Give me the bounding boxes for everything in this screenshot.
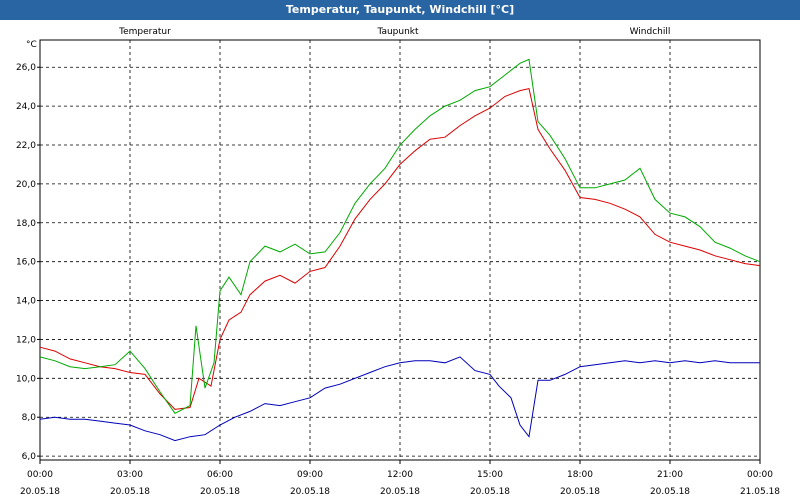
legend: Temperatur Taupunkt Windchill [118,27,670,37]
y-tick-label: 12,0 [16,335,36,345]
x-axis: 00:00 20.05.18 03:00 20.05.18 06:00 20.05.18 0… [20,460,780,497]
y-tick-label: 10,0 [16,374,36,384]
y-tick-label: 18,0 [16,219,36,229]
x-tick-label-time: 09:00 [297,470,323,480]
legend-windchill: Windchill [630,27,671,37]
x-tick-label-time: 15:00 [477,470,503,480]
chart: 6,0 8,0 10,0 12,0 14,0 16,0 18,0 20,0 22,0 24,0 26… [16,27,780,497]
y-tick-label: 26,0 [16,63,36,73]
x-tick-label-date: 20.05.18 [200,487,240,497]
x-tick-label-date: 20.05.18 [650,487,690,497]
x-tick-label-time: 06:00 [207,470,233,480]
y-axis: 6,0 8,0 10,0 12,0 14,0 16,0 18,0 20,0 22,0 24,0 26… [16,63,40,462]
x-tick-label-time: 18:00 [567,470,593,480]
x-tick-label-date: 20.05.18 [380,487,420,497]
x-tick-label-date: 20.05.18 [20,487,60,497]
y-axis-label: °C [26,40,37,50]
x-tick-label-time: 21:00 [657,470,683,480]
x-tick-label-date: 20.05.18 [560,487,600,497]
y-tick-label: 16,0 [16,258,36,268]
x-tick-label-date: 20.05.18 [110,487,150,497]
y-tick-label: 20,0 [16,180,36,190]
y-tick-label: 22,0 [16,141,36,151]
window-title: Temperatur, Taupunkt, Windchill [°C] [0,0,800,20]
y-tick-label: 6,0 [22,452,37,462]
y-tick-label: 24,0 [16,102,36,112]
chart-window: Temperatur, Taupunkt, Windchill [°C] 6,0… [0,0,800,500]
x-tick-label-date: 20.05.18 [290,487,330,497]
x-tick-label-time: 00:00 [747,470,773,480]
legend-taupunkt: Taupunkt [376,27,419,37]
x-tick-label-date: 21.05.18 [740,487,780,497]
x-tick-label-time: 12:00 [387,470,413,480]
x-tick-label-date: 20.05.18 [470,487,510,497]
x-tick-label-time: 03:00 [117,470,143,480]
legend-temperatur: Temperatur [118,27,171,37]
y-tick-label: 8,0 [22,413,37,423]
y-tick-label: 14,0 [16,297,36,307]
x-tick-label-time: 00:00 [27,470,53,480]
